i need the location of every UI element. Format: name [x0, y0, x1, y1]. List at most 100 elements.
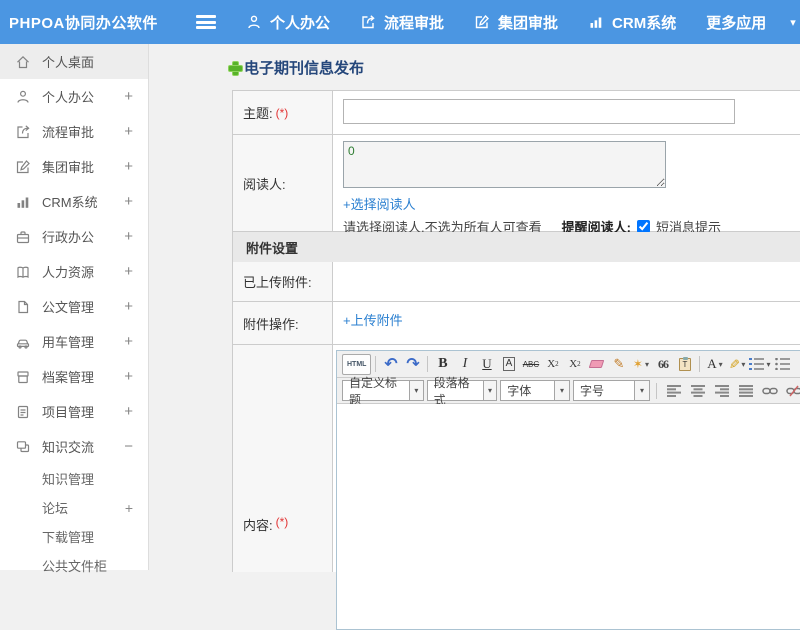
- readers-textarea[interactable]: 0: [343, 141, 666, 188]
- person-icon: [246, 14, 262, 30]
- book-icon: [15, 264, 32, 280]
- sidebar: 个人桌面 个人办公 + 流程审批 + 集团审批 + CRM系统 +: [0, 44, 149, 570]
- superscript-button[interactable]: X2: [542, 354, 563, 375]
- subject-input[interactable]: [343, 99, 735, 124]
- align-right-button[interactable]: [711, 380, 732, 401]
- sidebar-item-personal-office[interactable]: 个人办公 +: [0, 79, 148, 114]
- flow-icon: [15, 124, 32, 140]
- strikethrough-button[interactable]: ABC: [520, 354, 541, 375]
- chevron-down-icon: ▾: [409, 381, 423, 400]
- expand-toggle[interactable]: +: [124, 368, 133, 385]
- redo-button[interactable]: ↷: [402, 354, 423, 375]
- chevron-down-icon: ▾: [766, 360, 770, 369]
- font-color-button[interactable]: A▾: [704, 354, 725, 375]
- italic-button[interactable]: I: [454, 354, 475, 375]
- chat-icon: [15, 439, 32, 455]
- select-readers-link[interactable]: +选择阅读人: [343, 194, 790, 213]
- expand-toggle[interactable]: +: [124, 88, 133, 105]
- sidebar-item-project-management[interactable]: 项目管理 +: [0, 394, 148, 429]
- sidebar-item-group-approval[interactable]: 集团审批 +: [0, 149, 148, 184]
- format-painter-button[interactable]: ✎: [608, 354, 629, 375]
- expand-toggle[interactable]: +: [124, 403, 133, 420]
- topnav-more-apps[interactable]: 更多应用: [706, 12, 766, 33]
- subscript-button[interactable]: X2: [564, 354, 585, 375]
- edit-square-icon: [15, 159, 32, 175]
- attachment-ops-row: 附件操作: +上传附件: [233, 302, 800, 345]
- expand-toggle[interactable]: +: [124, 228, 133, 245]
- main-content: 电子期刊信息发布 主题: (*) 阅读人: 0 +选择阅读人 请选择阅读人,不选…: [150, 44, 800, 570]
- sidebar-item-personal-desktop[interactable]: 个人桌面: [0, 44, 148, 79]
- sidebar-item-knowledge-exchange[interactable]: 知识交流 −: [0, 429, 148, 464]
- insert-link-button[interactable]: [759, 380, 780, 401]
- sidebar-item-admin-office[interactable]: 行政办公 +: [0, 219, 148, 254]
- topnav-group-approval[interactable]: 集团审批: [474, 12, 558, 33]
- editor-toolbar-row2: 自定义标题 ▾ 段落格式 ▾ 字体 ▾ 字号 ▾: [337, 378, 800, 404]
- font-family-select[interactable]: 字体 ▾: [500, 380, 570, 401]
- sidebar-subitem-knowledge-management[interactable]: 知识管理: [0, 464, 148, 493]
- expand-toggle[interactable]: +: [125, 500, 133, 516]
- content-label: 内容: (*): [233, 345, 333, 572]
- sidebar-item-archive-management[interactable]: 档案管理 +: [0, 359, 148, 394]
- expand-toggle[interactable]: +: [124, 158, 133, 175]
- remove-link-button[interactable]: [783, 380, 800, 401]
- font-size-select[interactable]: 字号 ▾: [573, 380, 650, 401]
- green-plus-icon: [228, 61, 241, 74]
- highlighter-icon: ✎: [726, 359, 742, 370]
- font-size-a-button[interactable]: A: [503, 357, 516, 371]
- sidebar-item-vehicle-management[interactable]: 用车管理 +: [0, 324, 148, 359]
- chevron-down-icon[interactable]: ▾: [790, 16, 796, 29]
- underline-button[interactable]: U: [476, 354, 497, 375]
- hamburger-menu-icon[interactable]: [196, 15, 216, 29]
- unordered-list-button[interactable]: [772, 354, 793, 375]
- expand-toggle[interactable]: +: [124, 123, 133, 140]
- justify-button[interactable]: [735, 380, 756, 401]
- bar-chart-icon: [15, 194, 32, 210]
- sidebar-item-workflow-approval[interactable]: 流程审批 +: [0, 114, 148, 149]
- align-left-button[interactable]: [663, 380, 684, 401]
- topnav-workflow-approval[interactable]: 流程审批: [360, 12, 444, 33]
- upload-attachment-link[interactable]: +上传附件: [343, 313, 403, 328]
- page-title: 电子期刊信息发布: [228, 57, 364, 78]
- expand-toggle[interactable]: +: [124, 263, 133, 280]
- undo-button[interactable]: ↶: [380, 354, 401, 375]
- required-mark: (*): [276, 515, 289, 529]
- archive-icon: [15, 369, 32, 385]
- uploaded-attachments-value: [333, 262, 800, 301]
- blockquote-button[interactable]: 66: [652, 354, 673, 375]
- editor-toolbar-row1: HTML ↶ ↷ B I U A ABC X2 X2 ✎: [337, 351, 800, 378]
- sidebar-subitem-public-file-cabinet[interactable]: 公共文件柜: [0, 551, 148, 580]
- sidebar-subitem-download-management[interactable]: 下载管理: [0, 522, 148, 551]
- person-icon: [15, 89, 32, 105]
- align-center-button[interactable]: [687, 380, 708, 401]
- sidebar-item-document-management[interactable]: 公文管理 +: [0, 289, 148, 324]
- subject-value-cell: [333, 91, 800, 134]
- sidebar-subitem-forum[interactable]: 论坛 +: [0, 493, 148, 522]
- source-code-button[interactable]: HTML: [342, 354, 371, 375]
- attachment-ops-value: +上传附件: [333, 302, 800, 344]
- car-icon: [15, 334, 32, 350]
- collapse-toggle[interactable]: −: [124, 438, 133, 455]
- sidebar-item-human-resources[interactable]: 人力资源 +: [0, 254, 148, 289]
- topnav-crm-system[interactable]: CRM系统: [588, 12, 676, 33]
- expand-toggle[interactable]: +: [124, 193, 133, 210]
- rich-text-editor: HTML ↶ ↷ B I U A ABC X2 X2 ✎: [336, 350, 800, 630]
- topbar: PHPOA协同办公软件 个人办公 流程审批 集团审批: [0, 0, 800, 44]
- paste-as-text-button[interactable]: T: [674, 354, 695, 375]
- bold-button[interactable]: B: [432, 354, 453, 375]
- unordered-list-icon: [775, 358, 790, 370]
- subject-label: 主题: (*): [233, 91, 333, 134]
- align-center-icon: [691, 385, 705, 397]
- expand-toggle[interactable]: +: [124, 298, 133, 315]
- quick-format-button[interactable]: ✶▾: [630, 354, 651, 375]
- topnav-personal-office[interactable]: 个人办公: [246, 12, 330, 33]
- wand-icon: ✶: [633, 357, 643, 371]
- highlight-color-button[interactable]: ✎▾: [726, 354, 747, 375]
- ordered-list-button[interactable]: ▾: [748, 354, 771, 375]
- paragraph-format-select[interactable]: 段落格式 ▾: [427, 380, 498, 401]
- editor-content-area[interactable]: [337, 404, 800, 629]
- bar-chart-icon: [588, 14, 604, 30]
- custom-heading-select[interactable]: 自定义标题 ▾: [342, 380, 424, 401]
- expand-toggle[interactable]: +: [124, 333, 133, 350]
- remove-format-button[interactable]: [586, 354, 607, 375]
- sidebar-item-crm-system[interactable]: CRM系统 +: [0, 184, 148, 219]
